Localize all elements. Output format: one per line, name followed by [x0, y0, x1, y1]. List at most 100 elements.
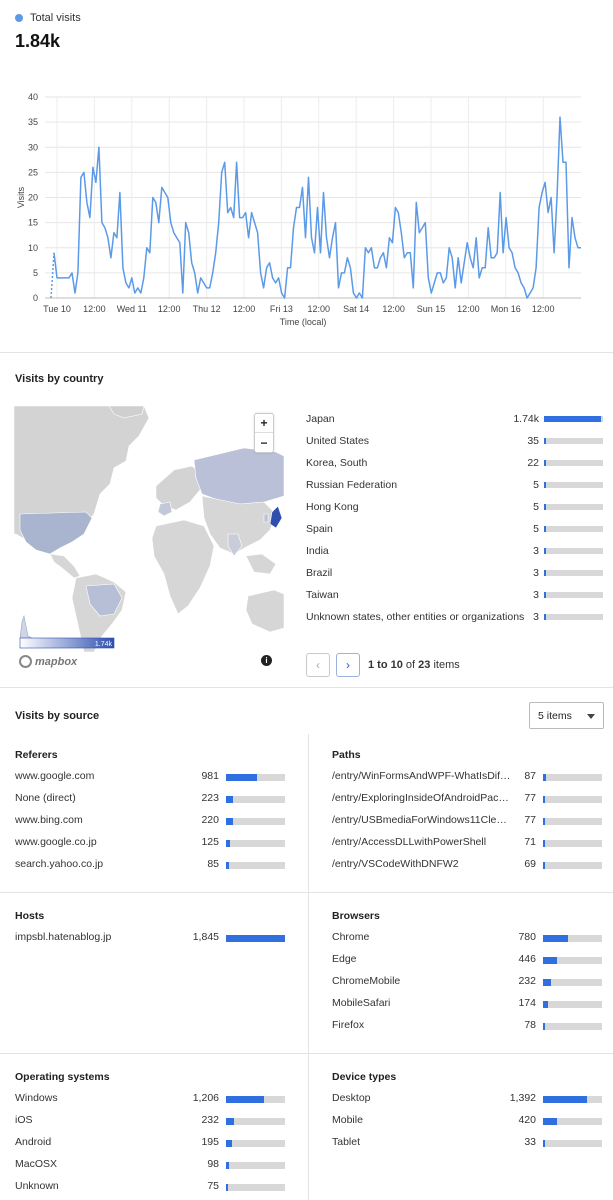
country-row[interactable]: United States 35	[306, 434, 603, 448]
source-value: 232	[201, 1114, 219, 1126]
prev-page-button[interactable]: ‹	[306, 653, 330, 677]
device-types-panel-row[interactable]: Desktop 1,392	[332, 1092, 604, 1106]
source-bar-fill	[543, 774, 546, 781]
pager-total: 23	[418, 659, 431, 671]
country-row[interactable]: Spain 5	[306, 522, 603, 536]
source-name: Firefox	[332, 1019, 365, 1031]
zoom-in-button[interactable]: +	[255, 414, 273, 433]
hosts-panel-row[interactable]: impsbl.hatenablog.jp 1,845	[15, 931, 287, 945]
country-bar	[544, 614, 603, 620]
paths-panel-row[interactable]: /entry/WinFormsAndWPF-WhatIsDiffe... 87	[332, 770, 604, 784]
browsers-panel-row[interactable]: Chrome 780	[332, 931, 604, 945]
source-bar-fill	[226, 1140, 232, 1147]
country-value: 3	[533, 611, 539, 623]
x-tick-label: Thu 12	[193, 304, 221, 314]
next-page-button[interactable]: ›	[336, 653, 360, 677]
panel-separator	[309, 892, 613, 893]
source-bar-fill	[226, 774, 257, 781]
country-section-title: Visits by country	[15, 373, 104, 385]
referers-panel-row[interactable]: search.yahoo.co.jp 85	[15, 858, 287, 872]
source-value: 125	[201, 836, 219, 848]
y-axis-label: Visits	[16, 186, 26, 208]
country-row[interactable]: Hong Kong 5	[306, 500, 603, 514]
country-row[interactable]: Unknown states, other entities or organi…	[306, 610, 603, 624]
operating-systems-panel-row[interactable]: MacOSX 98	[15, 1158, 287, 1172]
source-value: 87	[524, 770, 536, 782]
zoom-out-button[interactable]: −	[255, 433, 273, 452]
source-bar	[226, 1184, 285, 1191]
source-value: 85	[207, 858, 219, 870]
country-value: 3	[533, 545, 539, 557]
source-name: impsbl.hatenablog.jp	[15, 931, 112, 943]
country-bar-fill	[544, 614, 546, 620]
source-bar	[543, 1096, 602, 1103]
items-count-select[interactable]: 5 items	[529, 702, 604, 729]
source-name: MobileSafari	[332, 997, 391, 1009]
source-bar-fill	[543, 1023, 545, 1030]
paths-panel-row[interactable]: /entry/ExploringInsideOfAndroidPacka... 7…	[332, 792, 604, 806]
country-value: 5	[533, 523, 539, 535]
country-bar-fill	[544, 592, 546, 598]
map-zoom-control: + −	[254, 413, 274, 453]
source-bar-fill	[543, 979, 551, 986]
info-icon[interactable]: i	[261, 655, 272, 666]
browsers-panel-row[interactable]: Edge 446	[332, 953, 604, 967]
source-bar-fill	[226, 935, 285, 942]
source-bar-fill	[226, 862, 229, 869]
country-bar-fill	[544, 526, 546, 532]
source-bar	[543, 796, 602, 803]
y-tick-label: 30	[28, 142, 38, 152]
items-count-value: 5 items	[538, 709, 572, 722]
source-name: /entry/VSCodeWithDNFW2	[332, 858, 459, 870]
country-row[interactable]: Korea, South 22	[306, 456, 603, 470]
referers-panel-row[interactable]: www.bing.com 220	[15, 814, 287, 828]
source-bar	[226, 1162, 285, 1169]
operating-systems-panel-row[interactable]: Android 195	[15, 1136, 287, 1150]
operating-systems-panel-row[interactable]: Unknown 75	[15, 1180, 287, 1194]
paths-panel-row[interactable]: /entry/VSCodeWithDNFW2 69	[332, 858, 604, 872]
source-value: 981	[201, 770, 219, 782]
x-tick-label: 12:00	[532, 304, 555, 314]
operating-systems-panel-title: Operating systems	[15, 1071, 110, 1083]
source-name: MacOSX	[15, 1158, 58, 1170]
country-row[interactable]: India 3	[306, 544, 603, 558]
operating-systems-panel-row[interactable]: iOS 232	[15, 1114, 287, 1128]
mapbox-logo-text: mapbox	[35, 655, 78, 668]
country-row[interactable]: Brazil 3	[306, 566, 603, 580]
country-bar-fill	[544, 504, 546, 510]
paths-panel-row[interactable]: /entry/USBmediaForWindows11Cleanl... 77	[332, 814, 604, 828]
device-types-panel-row[interactable]: Mobile 420	[332, 1114, 604, 1128]
source-bar-fill	[543, 1096, 587, 1103]
country-row[interactable]: Taiwan 3	[306, 588, 603, 602]
section-divider	[0, 687, 613, 688]
operating-systems-panel-row[interactable]: Windows 1,206	[15, 1092, 287, 1106]
chart-legend[interactable]: Total visits	[15, 12, 81, 24]
referers-panel-row[interactable]: www.google.com 981	[15, 770, 287, 784]
source-bar-fill	[226, 1184, 228, 1191]
country-value: 3	[533, 589, 539, 601]
source-value: 75	[207, 1180, 219, 1192]
source-bar	[543, 840, 602, 847]
country-name: Spain	[306, 523, 333, 535]
paths-panel-row[interactable]: /entry/AccessDLLwithPowerShell 71	[332, 836, 604, 850]
referers-panel-row[interactable]: www.google.co.jp 125	[15, 836, 287, 850]
country-row[interactable]: Japan 1.74k	[306, 412, 603, 426]
browsers-panel-row[interactable]: MobileSafari 174	[332, 997, 604, 1011]
mapbox-logo-icon	[19, 655, 32, 668]
source-name: Chrome	[332, 931, 370, 943]
browsers-panel-title: Browsers	[332, 910, 380, 922]
x-tick-label: 12:00	[83, 304, 106, 314]
source-bar	[226, 840, 285, 847]
legend-label: Total visits	[30, 12, 81, 24]
source-bar-fill	[543, 935, 568, 942]
mapbox-logo[interactable]: mapbox	[19, 655, 77, 668]
browsers-panel-row[interactable]: ChromeMobile 232	[332, 975, 604, 989]
series-line[interactable]	[53, 116, 581, 299]
source-bar	[226, 935, 285, 942]
referers-panel-row[interactable]: None (direct) 223	[15, 792, 287, 806]
country-bar-fill	[544, 482, 546, 488]
device-types-panel-row[interactable]: Tablet 33	[332, 1136, 604, 1150]
browsers-panel-row[interactable]: Firefox 78	[332, 1019, 604, 1033]
country-row[interactable]: Russian Federation 5	[306, 478, 603, 492]
source-name: Desktop	[332, 1092, 371, 1104]
